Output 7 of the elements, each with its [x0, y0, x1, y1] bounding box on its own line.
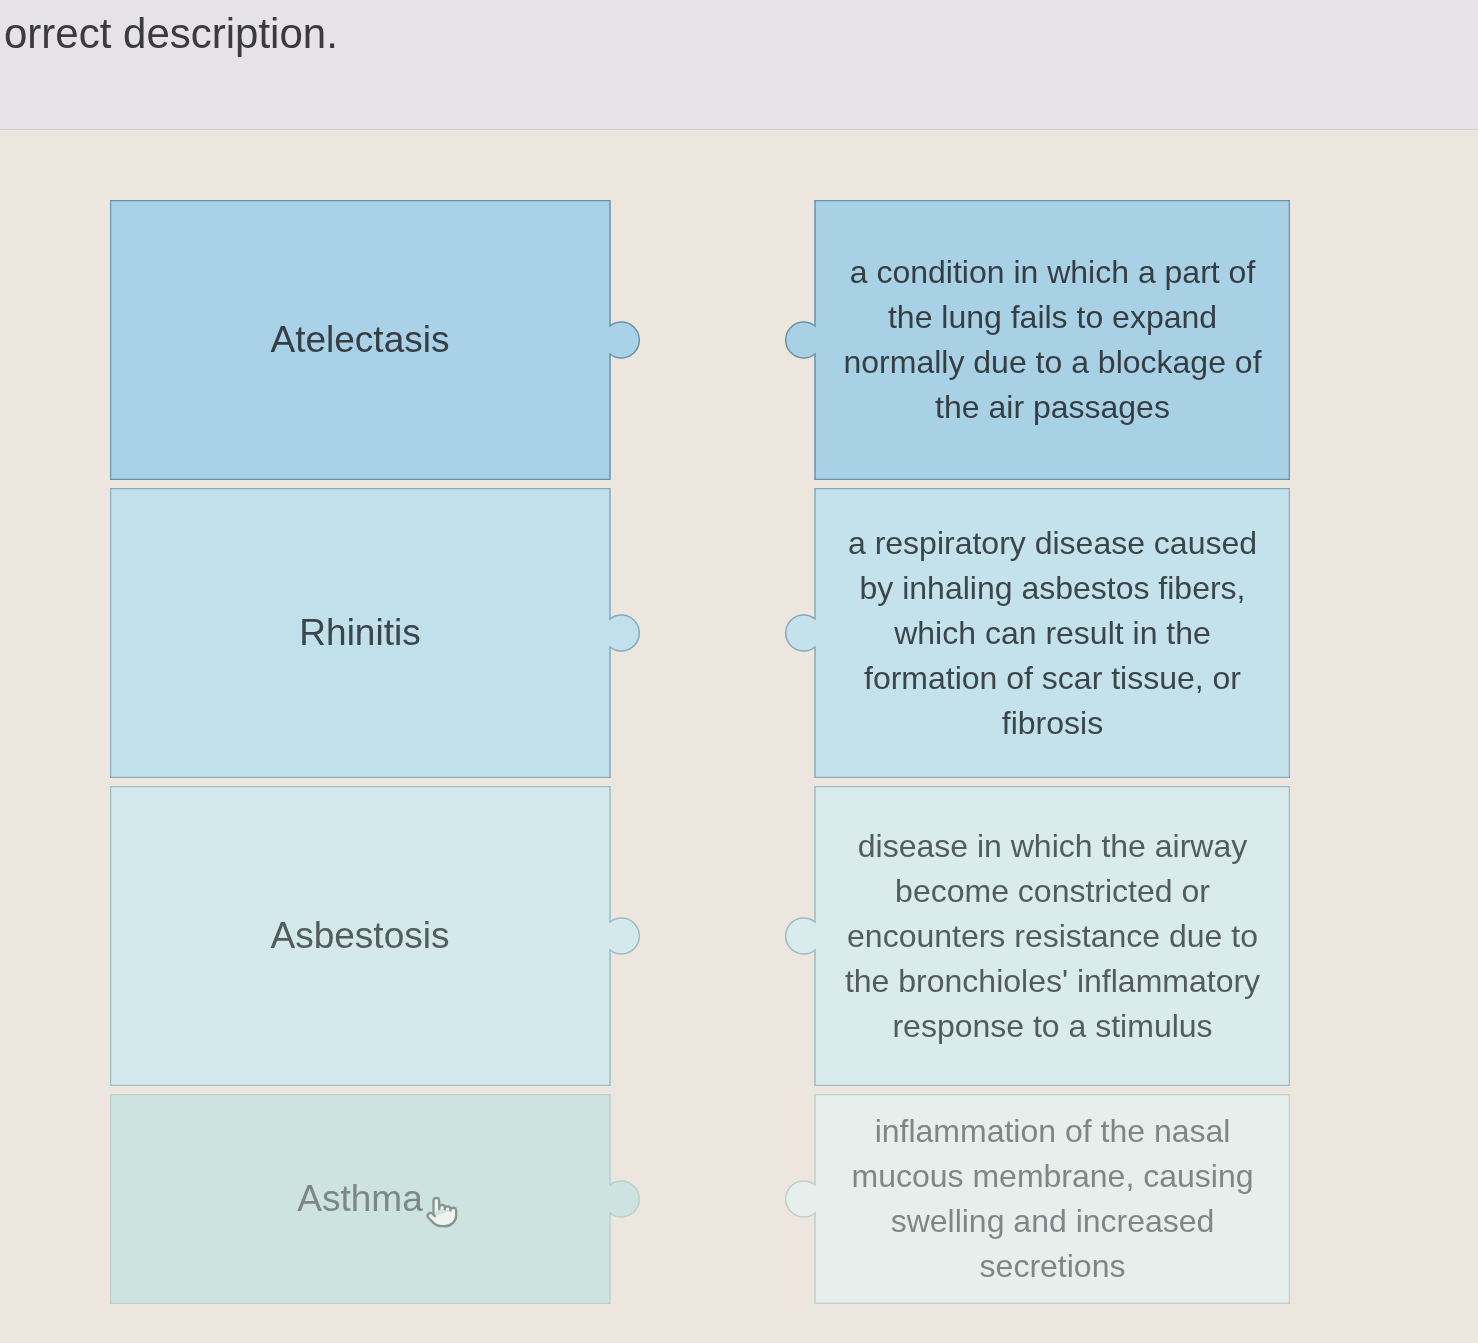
instruction-text: orrect description.	[4, 10, 338, 57]
description-card[interactable]: a condition in which a part of the lung fails to expand normally due to a blockage of the air passages	[784, 200, 1290, 480]
term-card[interactable]: Asbestosis	[110, 786, 641, 1086]
term-card[interactable]: Rhinitis	[110, 488, 641, 778]
description-card[interactable]: a respiratory disease caused by inhaling asbestos fibers, which can result in the formation of scar tissue, or fibrosis	[784, 488, 1290, 778]
description-card[interactable]: disease in which the airway become constricted or encounters resistance due to the bronchioles' inflammatory response to a stimulus	[784, 786, 1290, 1086]
term-card[interactable]: Atelectasis	[110, 200, 641, 480]
